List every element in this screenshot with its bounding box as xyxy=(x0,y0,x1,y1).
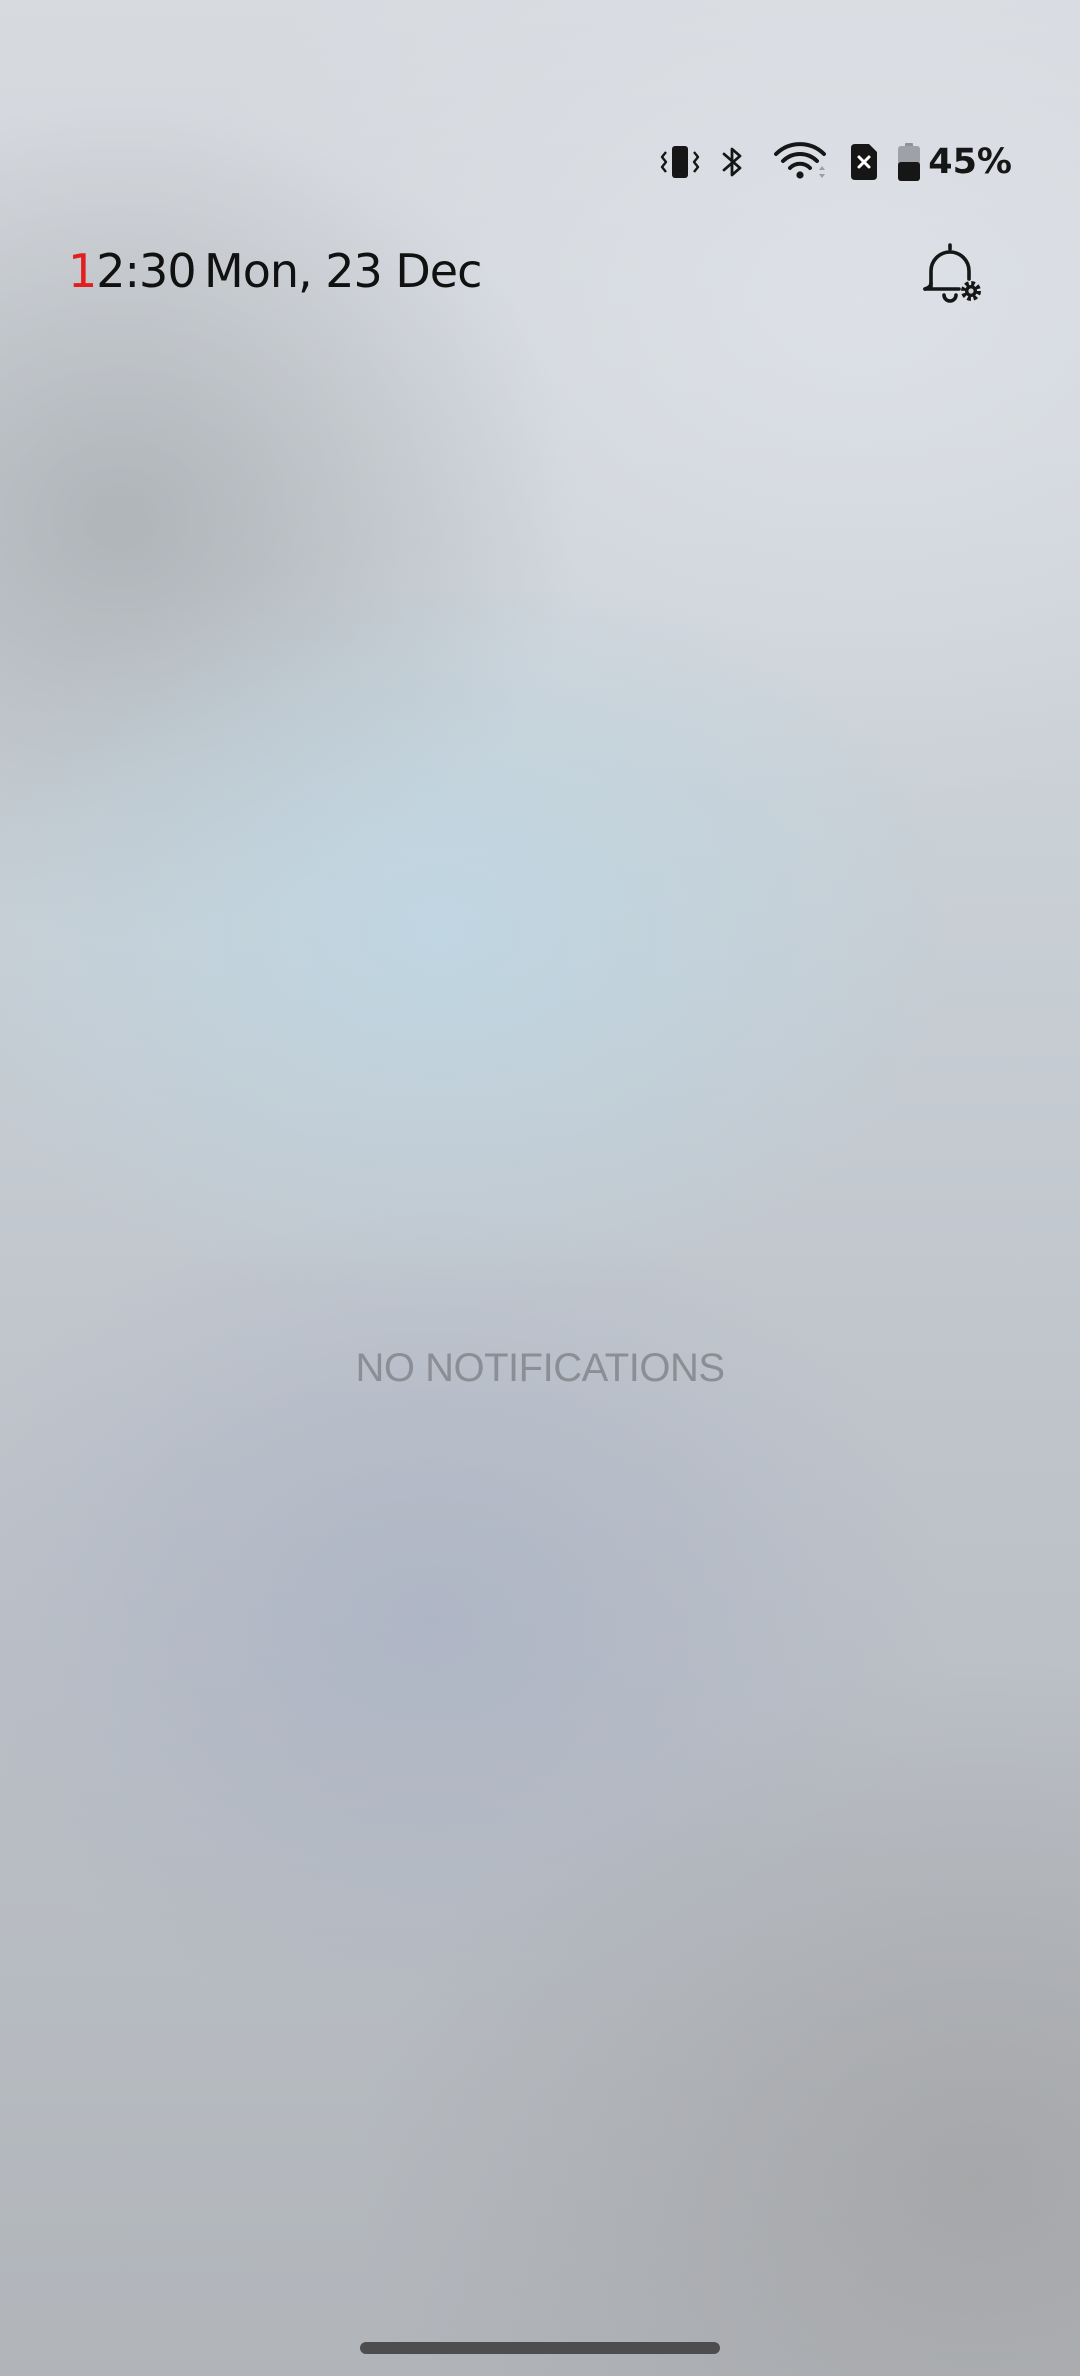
gesture-navigation-bar[interactable] xyxy=(360,2342,720,2354)
battery-percentage: 45% xyxy=(928,142,1012,182)
notification-shade-header: 12:30 Mon, 23 Dec xyxy=(68,238,1012,318)
no-notifications-label: NO NOTIFICATIONS xyxy=(355,1346,725,1390)
clock-rest: 2:30 xyxy=(96,244,196,298)
status-bar: 45% xyxy=(656,138,1012,186)
no-sim-icon xyxy=(846,138,882,186)
battery-icon xyxy=(896,138,922,186)
wifi-icon xyxy=(772,138,830,186)
bell-settings-icon xyxy=(917,239,987,314)
notification-settings-button[interactable] xyxy=(914,238,990,314)
date-label[interactable]: Mon, 23 Dec xyxy=(204,244,482,298)
vibrate-icon xyxy=(656,138,704,186)
clock-first-digit: 1 xyxy=(68,244,97,298)
bluetooth-icon xyxy=(716,138,750,186)
clock[interactable]: 12:30 xyxy=(68,244,197,298)
